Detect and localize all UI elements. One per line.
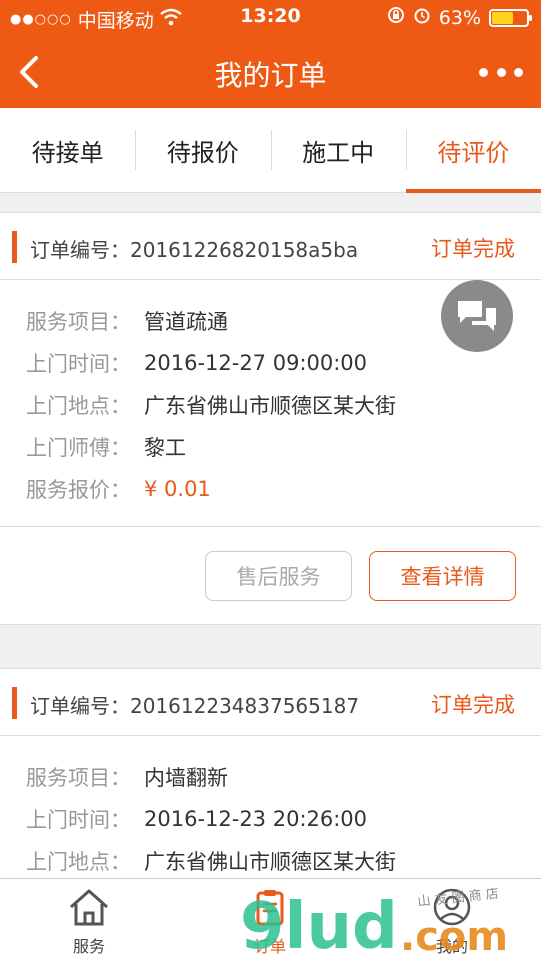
- tabbar-item-orders[interactable]: 订单: [210, 879, 330, 960]
- tabbar-item-service[interactable]: 服务: [29, 879, 149, 960]
- technician-value: 黎工: [144, 436, 186, 460]
- tabbar-label-mine: 我的: [435, 937, 468, 956]
- order-clipboard-icon: [250, 887, 290, 933]
- order-details: 服务项目： 管道疏通 上门时间： 2016-12-27 09:00:00 上门地点：…: [0, 280, 541, 526]
- visit-address-label: 上门地点：: [26, 394, 131, 418]
- tabbar-item-mine[interactable]: 我的: [392, 879, 512, 960]
- order-card-header: 订单编号：20161226820158a5ba 订单完成: [0, 213, 541, 280]
- service-item-label: 服务项目：: [26, 766, 131, 790]
- service-item-value: 内墙翻新: [144, 766, 228, 790]
- detail-row: 上门地点： 广东省佛山市顺德区某大街: [26, 840, 541, 882]
- tab-pending-quote[interactable]: 待报价: [135, 108, 270, 192]
- tab-in-progress[interactable]: 施工中: [270, 108, 406, 192]
- header-accent-bar: [12, 231, 17, 263]
- after-sales-button[interactable]: 售后服务: [205, 551, 352, 601]
- view-details-button[interactable]: 查看详情: [369, 551, 516, 601]
- status-right: 63%: [387, 6, 532, 29]
- tabbar-label-orders: 订单: [253, 937, 286, 956]
- order-status-tabs: 待接单 待报价 施工中 待评价: [0, 108, 541, 193]
- order-number: 订单编号：20161226820158a5ba: [30, 234, 358, 263]
- detail-row: 上门时间： 2016-12-23 20:26:00: [26, 798, 541, 840]
- order-status-badge: 订单完成: [431, 237, 515, 261]
- price-label: 服务报价：: [26, 478, 131, 502]
- tab-pending-accept[interactable]: 待接单: [0, 108, 135, 192]
- order-number-value: 20161226820158a5ba: [130, 238, 359, 262]
- rotation-lock-icon: [387, 6, 405, 29]
- battery-percent: 63%: [438, 6, 481, 29]
- more-dots-icon[interactable]: [479, 58, 523, 86]
- battery-icon: [489, 8, 532, 27]
- order-card: 订单编号：201612234837565187 订单完成 服务项目： 内墙翻新 上…: [0, 668, 541, 898]
- visit-address-label: 上门地点：: [26, 850, 131, 874]
- detail-row: 上门地点： 广东省佛山市顺德区某大街: [26, 384, 541, 426]
- page-title: 我的订单: [214, 59, 327, 92]
- bottom-tab-bar: 服务 订单 我的: [0, 878, 541, 960]
- service-item-label: 服务项目：: [26, 310, 131, 334]
- order-card: 订单编号：20161226820158a5ba 订单完成 服务项目： 管道疏通 上…: [0, 212, 541, 625]
- visit-time-label: 上门时间：: [26, 808, 131, 832]
- price-value: ¥ 0.01: [144, 477, 211, 501]
- order-number-label: 订单编号：: [30, 694, 130, 718]
- detail-row: 上门师傅： 黎工: [26, 426, 541, 468]
- order-status-badge: 订单完成: [431, 693, 515, 717]
- chat-bubble-icon[interactable]: [441, 280, 513, 352]
- nav-bar: 我的订单: [0, 36, 541, 108]
- technician-label: 上门师傅：: [26, 436, 131, 460]
- home-icon: [67, 887, 111, 933]
- order-number-value: 201612234837565187: [130, 694, 360, 718]
- order-number-label: 订单编号：: [30, 238, 130, 262]
- tabbar-label-service: 服务: [72, 937, 105, 956]
- detail-row: 服务报价： ¥ 0.01: [26, 468, 541, 510]
- visit-time-label: 上门时间：: [26, 352, 131, 376]
- battery-fill: [492, 11, 514, 24]
- header-accent-bar: [12, 687, 17, 719]
- order-actions: 售后服务 查看详情: [0, 526, 541, 624]
- visit-address-value: 广东省佛山市顺德区某大街: [144, 394, 396, 418]
- visit-time-value: 2016-12-23 20:26:00: [144, 807, 368, 831]
- service-item-value: 管道疏通: [144, 310, 228, 334]
- visit-address-value: 广东省佛山市顺德区某大街: [144, 850, 396, 874]
- order-card-header: 订单编号：201612234837565187 订单完成: [0, 669, 541, 736]
- status-bar: ●●○○○ 中国移动 13:20 63%: [0, 0, 541, 36]
- order-number: 订单编号：201612234837565187: [30, 690, 359, 719]
- alarm-icon: [413, 6, 431, 29]
- order-details: 服务项目： 内墙翻新 上门时间： 2016-12-23 20:26:00 上门地点：…: [0, 736, 541, 882]
- user-icon: [430, 887, 474, 933]
- tab-pending-review[interactable]: 待评价: [405, 108, 541, 193]
- visit-time-value: 2016-12-27 09:00:00: [144, 351, 368, 375]
- detail-row: 服务项目： 内墙翻新: [26, 756, 541, 798]
